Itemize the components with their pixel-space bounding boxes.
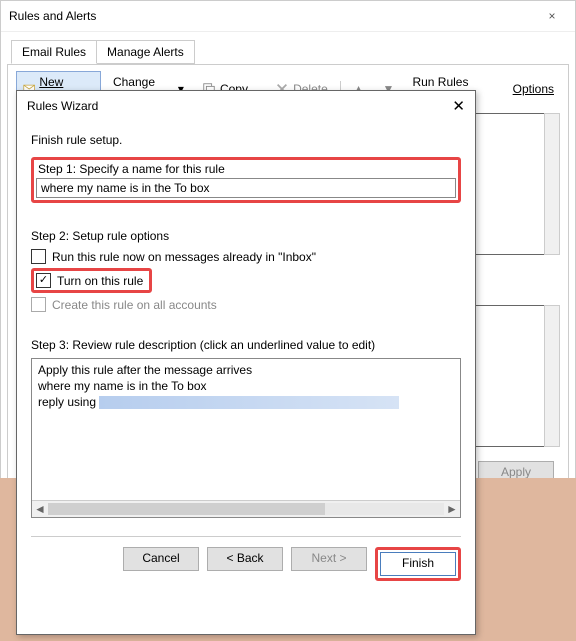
checkbox-disabled-icon	[31, 297, 46, 312]
wizard-subtitle: Finish rule setup.	[31, 133, 461, 147]
turn-on-highlight: ✓ Turn on this rule	[31, 268, 152, 293]
next-button: Next >	[291, 547, 367, 571]
scrollbar[interactable]	[544, 113, 560, 255]
wizard-title: Rules Wizard	[27, 99, 98, 113]
all-accounts-checkbox-row: Create this rule on all accounts	[31, 297, 461, 312]
options-link[interactable]: Options	[507, 79, 560, 99]
finish-button[interactable]: Finish	[380, 552, 456, 576]
all-accounts-label: Create this rule on all accounts	[52, 298, 217, 312]
close-icon[interactable]: ✕	[452, 97, 465, 115]
scroll-track[interactable]	[48, 503, 444, 515]
rules-wizard-dialog: Rules Wizard ✕ Finish rule setup. Step 1…	[16, 90, 476, 635]
turn-on-label: Turn on this rule	[57, 274, 143, 288]
checkbox-checked-icon: ✓	[36, 273, 51, 288]
wizard-button-row: Cancel < Back Next > Finish	[17, 537, 475, 591]
scroll-right-icon[interactable]: ►	[444, 502, 460, 516]
step1-label: Step 1: Specify a name for this rule	[38, 162, 456, 176]
step3-label: Step 3: Review rule description (click a…	[31, 338, 461, 352]
desc-line: Apply this rule after the message arrive…	[38, 363, 454, 377]
scrollbar[interactable]	[544, 305, 560, 447]
step1-highlight: Step 1: Specify a name for this rule	[31, 157, 461, 203]
turn-on-checkbox-row[interactable]: ✓ Turn on this rule	[36, 273, 143, 288]
scroll-left-icon[interactable]: ◄	[32, 502, 48, 516]
cancel-button[interactable]: Cancel	[123, 547, 199, 571]
step2-label: Step 2: Setup rule options	[31, 229, 461, 243]
back-button[interactable]: < Back	[207, 547, 283, 571]
desc-line: reply using	[38, 395, 454, 409]
run-now-checkbox-row[interactable]: Run this rule now on messages already in…	[31, 249, 461, 264]
horizontal-scrollbar[interactable]: ◄ ►	[32, 500, 460, 517]
close-icon[interactable]: ×	[537, 9, 567, 23]
scroll-thumb[interactable]	[48, 503, 325, 515]
rules-dialog-titlebar: Rules and Alerts ×	[1, 1, 575, 32]
desc-line: where my name is in the To box	[38, 379, 454, 393]
rule-description-box[interactable]: Apply this rule after the message arrive…	[31, 358, 461, 518]
redacted-value	[99, 396, 399, 409]
tabs: Email Rules Manage Alerts	[11, 40, 575, 64]
wizard-titlebar: Rules Wizard ✕	[17, 91, 475, 121]
checkbox-icon	[31, 249, 46, 264]
tab-manage-alerts[interactable]: Manage Alerts	[96, 40, 195, 64]
tab-email-rules[interactable]: Email Rules	[11, 40, 97, 64]
rules-dialog-title: Rules and Alerts	[9, 9, 96, 23]
rule-name-input[interactable]	[36, 178, 456, 198]
run-now-label: Run this rule now on messages already in…	[52, 250, 316, 264]
finish-highlight: Finish	[375, 547, 461, 581]
